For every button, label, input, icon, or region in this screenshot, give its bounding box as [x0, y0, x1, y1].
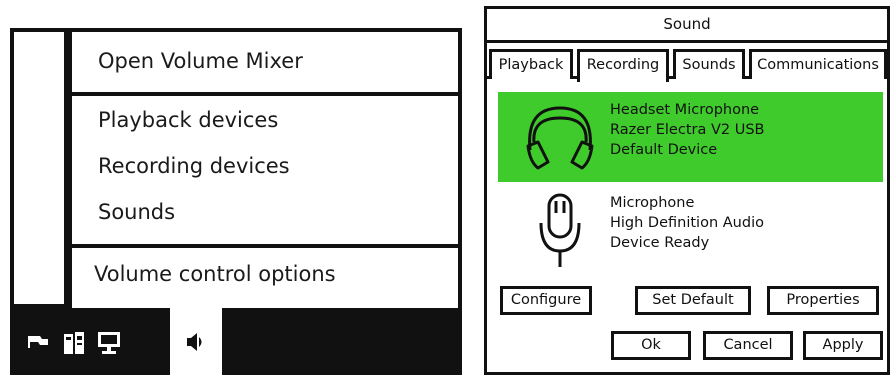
device-row-headset-microphone[interactable]: Headset Microphone Razer Electra V2 USB … — [498, 92, 883, 182]
menu-section-bottom: Volume control options — [72, 248, 458, 308]
cancel-button[interactable]: Cancel — [703, 331, 793, 360]
device-model: High Definition Audio — [610, 215, 764, 231]
tab-sounds[interactable]: Sounds — [673, 49, 745, 79]
menu-item-volume-control-options[interactable]: Volume control options — [94, 262, 336, 286]
set-default-button[interactable]: Set Default — [635, 286, 751, 315]
sound-dialog: Sound Playback Recording Sounds Communic… — [484, 6, 890, 375]
device-name: Microphone — [610, 195, 695, 211]
dialog-title: Sound — [487, 9, 887, 43]
device-icon[interactable] — [62, 330, 86, 356]
menu-gutter — [14, 32, 64, 304]
speaker-icon — [187, 333, 202, 351]
apply-button[interactable]: Apply — [803, 331, 883, 360]
menu-section-devices: Playback devices Recording devices Sound… — [72, 96, 458, 244]
properties-button[interactable]: Properties — [767, 286, 879, 315]
flag-icon[interactable] — [28, 334, 50, 350]
menu-item-playback-devices[interactable]: Playback devices — [98, 108, 278, 132]
device-status: Default Device — [610, 142, 718, 158]
tab-playback[interactable]: Playback — [489, 49, 573, 79]
tab-communications[interactable]: Communications — [749, 49, 887, 79]
configure-button[interactable]: Configure — [500, 286, 592, 315]
speaker-tray-button[interactable] — [170, 308, 222, 375]
tab-recording[interactable]: Recording — [577, 49, 669, 82]
device-row-microphone[interactable]: Microphone High Definition Audio Device … — [498, 185, 883, 275]
menu-item-recording-devices[interactable]: Recording devices — [98, 154, 290, 178]
menu-section-top: Open Volume Mixer — [72, 32, 458, 92]
tray-context-area: Open Volume Mixer Playback devices Recor… — [10, 28, 462, 375]
device-name: Headset Microphone — [610, 102, 760, 118]
device-model: Razer Electra V2 USB — [610, 122, 765, 138]
headset-icon — [526, 106, 594, 170]
menu-item-open-volume-mixer[interactable]: Open Volume Mixer — [98, 49, 303, 73]
volume-context-menu: Open Volume Mixer Playback devices Recor… — [68, 32, 458, 308]
taskbar-tray — [10, 308, 462, 375]
microphone-icon — [539, 193, 581, 267]
network-icon[interactable] — [96, 330, 122, 356]
device-info: Headset Microphone Razer Electra V2 USB … — [610, 100, 765, 160]
ok-button[interactable]: Ok — [611, 331, 691, 360]
menu-item-sounds[interactable]: Sounds — [98, 200, 175, 224]
device-info: Microphone High Definition Audio Device … — [610, 193, 764, 253]
device-status: Device Ready — [610, 235, 710, 251]
